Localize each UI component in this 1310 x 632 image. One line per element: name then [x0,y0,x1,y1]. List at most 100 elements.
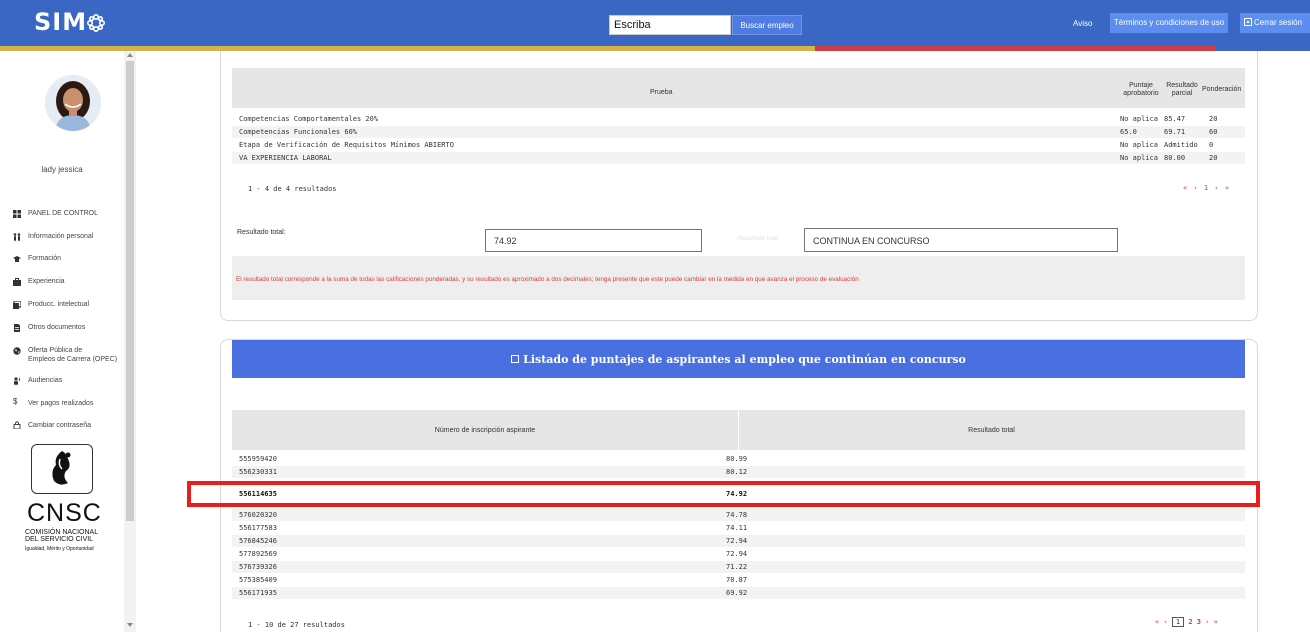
terms-button[interactable]: Términos y condiciones de uso [1110,13,1228,33]
ranking-count: 1 - 10 de 27 resultados [248,621,345,629]
table-row: 577892569 72.94 [232,548,1245,560]
sidebar-item-pagos[interactable]: Ver pagos realizados [28,399,93,408]
cell-ponderacion: 0 [1209,141,1214,149]
col-header-ponderacion: Ponderación [1202,86,1242,93]
table-row: 576020320 74.78 [232,509,1245,521]
cell-puntaje: 65.0 [1120,128,1137,136]
graduation-cap-icon [13,256,21,262]
cell-prueba: Etapa de Verificación de Requisitos Míni… [239,141,454,149]
cell-resultado: 69.92 [726,589,748,597]
sidebar-scrollbar[interactable] [124,51,136,632]
cell-puntaje: No aplica [1120,141,1158,149]
sidebar-item-experiencia[interactable]: Experiencia [28,277,65,286]
cnsc-motto: Igualdad, Mérito y Oportunidad [25,546,94,552]
results-table-header [232,68,1245,108]
sidebar-item-opec-line1: Oferta Pública de [28,347,83,354]
sidebar-item-opec-line2: Empleos de Carrera (OPEC) [28,356,118,363]
scroll-down-icon[interactable] [127,623,133,627]
lock-icon [13,421,21,429]
cell-resultado: 80.12 [726,468,748,476]
cell-numero: 576845246 [239,537,277,545]
sidebar-item-otros[interactable]: Otros documentos [28,323,85,332]
col-header-numero: Número de inscripción aspirante [434,427,536,434]
page-first[interactable]: « [1155,618,1159,626]
cell-ponderacion: 20 [1209,115,1218,123]
page-prev[interactable]: ‹ [1163,618,1167,626]
logout-label: Cerrar sesión [1254,18,1303,27]
table-row: 576845246 72.94 [232,535,1245,547]
dollar-icon: $ [13,397,18,406]
cell-resultado: 74.78 [726,511,748,519]
logout-icon [1244,18,1252,26]
results-pagination[interactable]: « ‹ 1 › » [1183,184,1230,192]
search-input[interactable] [609,15,731,35]
sidebar-item-contrasena[interactable]: Cambiar contraseña [28,421,91,430]
total-label: Resultado total: [237,229,286,236]
username: lady jessica [41,165,83,174]
page-3[interactable]: 3 [1197,618,1201,626]
cell-resultado: Admitido [1164,141,1198,149]
cell-resultado: 72.94 [726,537,748,545]
sim-flower-icon [87,14,105,32]
page-2[interactable]: 2 [1188,618,1192,626]
col-header-resultado-total: Resultado total [968,427,1015,434]
state-value-field: CONTINUA EN CONCURSO [804,228,1118,252]
book-icon [13,301,21,309]
table-row: 556177583 74.11 [232,522,1245,534]
cell-resultado: 71.22 [726,563,748,571]
top-bar: SIM Buscar empleo Aviso Términos y condi… [0,0,1310,46]
sim-logo[interactable]: SIM [34,10,87,34]
sidebar-item-formacion[interactable]: Formación [28,254,61,263]
cell-resultado: 80.99 [726,455,748,463]
cell-resultado: 69.71 [1164,128,1186,136]
logout-button[interactable]: Cerrar sesión [1240,13,1310,33]
table-row: 556230331 80.12 [232,466,1245,478]
col-header-puntaje: Puntaje aprobatorio [1123,82,1159,97]
sidebar-item-panel[interactable]: PANEL DE CONTROL [28,209,98,218]
sidebar-item-audiencias[interactable]: Audiencias [28,376,62,385]
aviso-link[interactable]: Aviso [1073,19,1092,28]
document-icon [14,324,20,332]
audience-icon [14,377,21,385]
highlight-box [187,481,1260,507]
cell-prueba: VA EXPERIENCIA LABORAL [239,154,332,162]
cnsc-line2: DEL SERVICIO CIVIL [25,536,94,543]
table-row: Etapa de Verificación de Requisitos Míni… [232,139,1245,151]
scrollbar-thumb[interactable] [126,61,134,521]
avatar[interactable] [45,75,101,131]
cell-resultado: 85.47 [1164,115,1186,123]
page-current[interactable]: 1 [1171,617,1185,627]
cnsc-line1: COMISIÓN NACIONAL [25,529,99,536]
total-notice: El resultado total corresponde a la suma… [236,276,859,283]
calendar-icon [511,355,520,363]
cell-ponderacion: 60 [1209,128,1218,136]
col-header-prueba: Prueba [650,89,673,96]
scroll-up-icon[interactable] [127,53,133,57]
cell-prueba: Competencias Funcionales 60% [239,128,358,136]
cell-prueba: Competencias Comportamentales 20% [239,115,379,123]
page-last[interactable]: » [1214,618,1218,626]
ranking-title: Listado de puntajes de aspirantes al emp… [232,353,1245,366]
cnsc-name: CNSC [27,499,102,527]
cell-numero: 556230331 [239,468,277,476]
cell-resultado: 72.94 [726,550,748,558]
sidebar: lady jessica PANEL DE CONTROL Informació… [0,51,136,632]
dashboard-icon [13,210,21,218]
cell-numero: 555959420 [239,455,277,463]
table-row: 555959420 80.99 [232,453,1245,465]
ranking-title-text: Listado de puntajes de aspirantes al emp… [523,353,966,366]
cell-resultado: 80.00 [1164,154,1186,162]
cell-numero: 575385409 [239,576,277,584]
sidebar-item-personal[interactable]: Información personal [28,232,93,241]
globe-icon [13,347,21,355]
table-row: Competencias Comportamentales 20% No apl… [232,113,1245,125]
sidebar-item-produccion[interactable]: Producc. intelectual [28,300,89,309]
cell-numero: 576020320 [239,511,277,519]
sidebar-item-opec[interactable]: Oferta Pública de Empleos de Carrera (OP… [28,346,117,364]
cell-numero: 576739326 [239,563,277,571]
cell-puntaje: No aplica [1120,115,1158,123]
page-next[interactable]: › [1205,618,1209,626]
table-row: 576739326 71.22 [232,561,1245,573]
search-button[interactable]: Buscar empleo [732,15,802,35]
table-row: 575385409 70.87 [232,574,1245,586]
